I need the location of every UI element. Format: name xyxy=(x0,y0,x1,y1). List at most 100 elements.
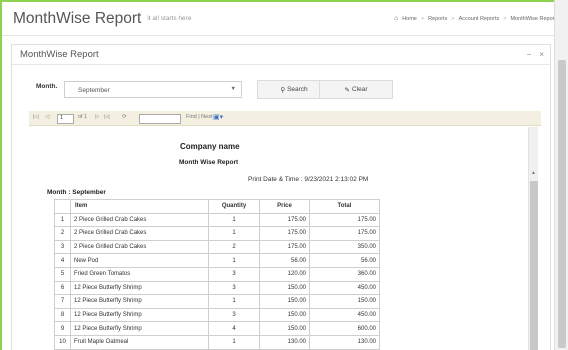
find-next-link[interactable]: Find | Next xyxy=(186,114,213,120)
item-cell: Fried Green Tomatos xyxy=(70,266,209,282)
scroll-up-icon[interactable]: ▲ xyxy=(531,170,536,176)
price-cell: 120.00 xyxy=(259,266,310,282)
item-cell: 12 Piece Butterfly Shrimp xyxy=(70,321,209,336)
page-subtitle: it all starts here xyxy=(147,15,192,22)
breadcrumb-current: MonthWise Report xyxy=(510,15,556,22)
table-row: 9 12 Piece Butterfly Shrimp 4 150.00 600.00 xyxy=(54,321,380,336)
eraser-icon: ✎ xyxy=(344,86,350,94)
page-scrollbar[interactable] xyxy=(554,0,568,350)
total-cell: 130.00 xyxy=(309,334,380,350)
breadcrumb-account-reports[interactable]: Account Reports xyxy=(459,16,500,22)
home-icon: ⌂ xyxy=(394,15,399,22)
row-number: 1 xyxy=(54,212,71,228)
month-select[interactable]: September ▼ xyxy=(64,81,242,98)
company-name: Company name xyxy=(180,142,240,151)
table-row: 12 Piece Grilled Crab Cakes 1 175.00 175.00 xyxy=(54,212,380,228)
search-icon: ⚲ xyxy=(280,86,286,94)
price-cell: 130.00 xyxy=(259,334,310,350)
table-row: 32 Piece Grilled Crab Cakes 2 175.00 350.00 xyxy=(54,239,380,255)
row-number: 3 xyxy=(54,239,71,255)
column-header-quantity: Quantity xyxy=(208,199,260,214)
prev-page-icon[interactable]: ◁ xyxy=(45,114,49,120)
item-cell: 2 Piece Grilled Crab Cakes xyxy=(70,239,209,255)
report-table: Item Quantity Price Total 12 Piece Grill… xyxy=(54,199,380,350)
month-select-value: September xyxy=(78,87,110,94)
row-number: 8 xyxy=(54,307,71,323)
price-cell: 175.00 xyxy=(259,226,310,241)
total-cell: 600.00 xyxy=(309,321,380,336)
price-cell: 150.00 xyxy=(259,321,310,336)
breadcrumb-home[interactable]: Home xyxy=(402,16,417,22)
page-header: MonthWise Report it all starts here ⌂ Ho… xyxy=(2,2,566,36)
report-viewer: Company name Month Wise Report Print Dat… xyxy=(29,127,541,350)
page-scrollbar-thumb[interactable] xyxy=(558,60,566,348)
total-cell: 360.00 xyxy=(309,266,380,282)
quantity-cell: 1 xyxy=(208,212,260,228)
row-number: 10 xyxy=(54,334,71,350)
table-row: 4 New Pod 1 56.00 56.00 xyxy=(54,253,380,268)
price-cell: 56.00 xyxy=(259,253,310,268)
table-body: 12 Piece Grilled Crab Cakes 1 175.00 175.00… xyxy=(54,212,380,350)
quantity-cell: 3 xyxy=(208,307,260,323)
quantity-cell: 1 xyxy=(208,226,260,241)
item-cell: New Pod xyxy=(70,253,209,268)
report-month: Month : September xyxy=(47,189,106,196)
first-page-icon[interactable]: |◁ xyxy=(33,114,39,120)
price-cell: 150.00 xyxy=(259,280,310,296)
app-frame: MonthWise Report it all starts here ⌂ Ho… xyxy=(0,0,568,350)
panel-tools: − × xyxy=(527,50,544,59)
price-cell: 175.00 xyxy=(259,239,310,255)
breadcrumb: ⌂ Home > Reports > Account Reports > Mon… xyxy=(394,15,556,22)
total-cell: 350.00 xyxy=(309,239,380,255)
refresh-icon[interactable]: ⟳ xyxy=(122,114,127,120)
column-header-total: Total xyxy=(309,199,380,214)
report-scrollbar-thumb[interactable] xyxy=(530,181,538,350)
month-label: Month. xyxy=(36,83,58,90)
row-number: 2 xyxy=(54,226,71,241)
find-input[interactable] xyxy=(139,114,181,124)
quantity-cell: 3 xyxy=(208,280,260,296)
minimize-icon[interactable]: − xyxy=(527,50,532,59)
item-cell: 12 Piece Butterfly Shrimp xyxy=(70,294,209,309)
clear-button-label: Clear xyxy=(351,86,368,93)
item-cell: 12 Piece Butterfly Shrimp xyxy=(70,280,209,296)
column-header-price: Price xyxy=(259,199,310,214)
breadcrumb-reports[interactable]: Reports xyxy=(428,16,447,22)
column-header-item: Item xyxy=(70,199,209,214)
page-number-input[interactable]: 1 xyxy=(57,114,74,124)
row-number: 9 xyxy=(54,321,71,336)
total-cell: 450.00 xyxy=(309,280,380,296)
page-count: of 1 xyxy=(78,114,88,120)
item-cell: Fruit Maple Oatmeal xyxy=(70,334,209,350)
search-button-label: Search xyxy=(287,86,308,93)
chevron-down-icon: ▼ xyxy=(230,86,236,92)
panel-header: MonthWise Report − × xyxy=(12,45,550,65)
save-export-icon[interactable]: ▣▾ xyxy=(213,113,223,121)
breadcrumb-separator: > xyxy=(503,15,507,22)
next-page-icon[interactable]: ▷ xyxy=(95,114,99,120)
close-icon[interactable]: × xyxy=(539,50,544,59)
breadcrumb-separator: > xyxy=(451,15,455,22)
item-cell: 12 Piece Butterfly Shrimp xyxy=(70,307,209,323)
table-row: 10 Fruit Maple Oatmeal 1 130.00 130.00 xyxy=(54,334,380,350)
item-cell: 2 Piece Grilled Crab Cakes xyxy=(70,226,209,241)
page-title: MonthWise Report xyxy=(13,9,142,27)
row-number: 6 xyxy=(54,280,71,296)
column-header-no xyxy=(54,199,71,214)
quantity-cell: 2 xyxy=(208,239,260,255)
total-cell: 175.00 xyxy=(309,212,380,228)
clear-button[interactable]: ✎ Clear xyxy=(319,80,393,99)
last-page-icon[interactable]: ▷| xyxy=(104,114,110,120)
quantity-cell: 3 xyxy=(208,266,260,282)
price-cell: 150.00 xyxy=(259,307,310,323)
report-title: Month Wise Report xyxy=(179,159,239,166)
item-cell: 2 Piece Grilled Crab Cakes xyxy=(70,212,209,228)
table-row: 22 Piece Grilled Crab Cakes 1 175.00 175.00 xyxy=(54,226,380,241)
report-panel: MonthWise Report − × Month. September ▼ … xyxy=(11,44,551,350)
total-cell: 56.00 xyxy=(309,253,380,268)
table-row: 8 12 Piece Butterfly Shrimp 3 150.00 450.00 xyxy=(54,307,380,323)
row-number: 7 xyxy=(54,294,71,309)
price-cell: 175.00 xyxy=(259,212,310,228)
report-scrollbar[interactable]: ▲ xyxy=(528,127,538,350)
table-row: 6 12 Piece Butterfly Shrimp 3 150.00 450.00 xyxy=(54,280,380,296)
